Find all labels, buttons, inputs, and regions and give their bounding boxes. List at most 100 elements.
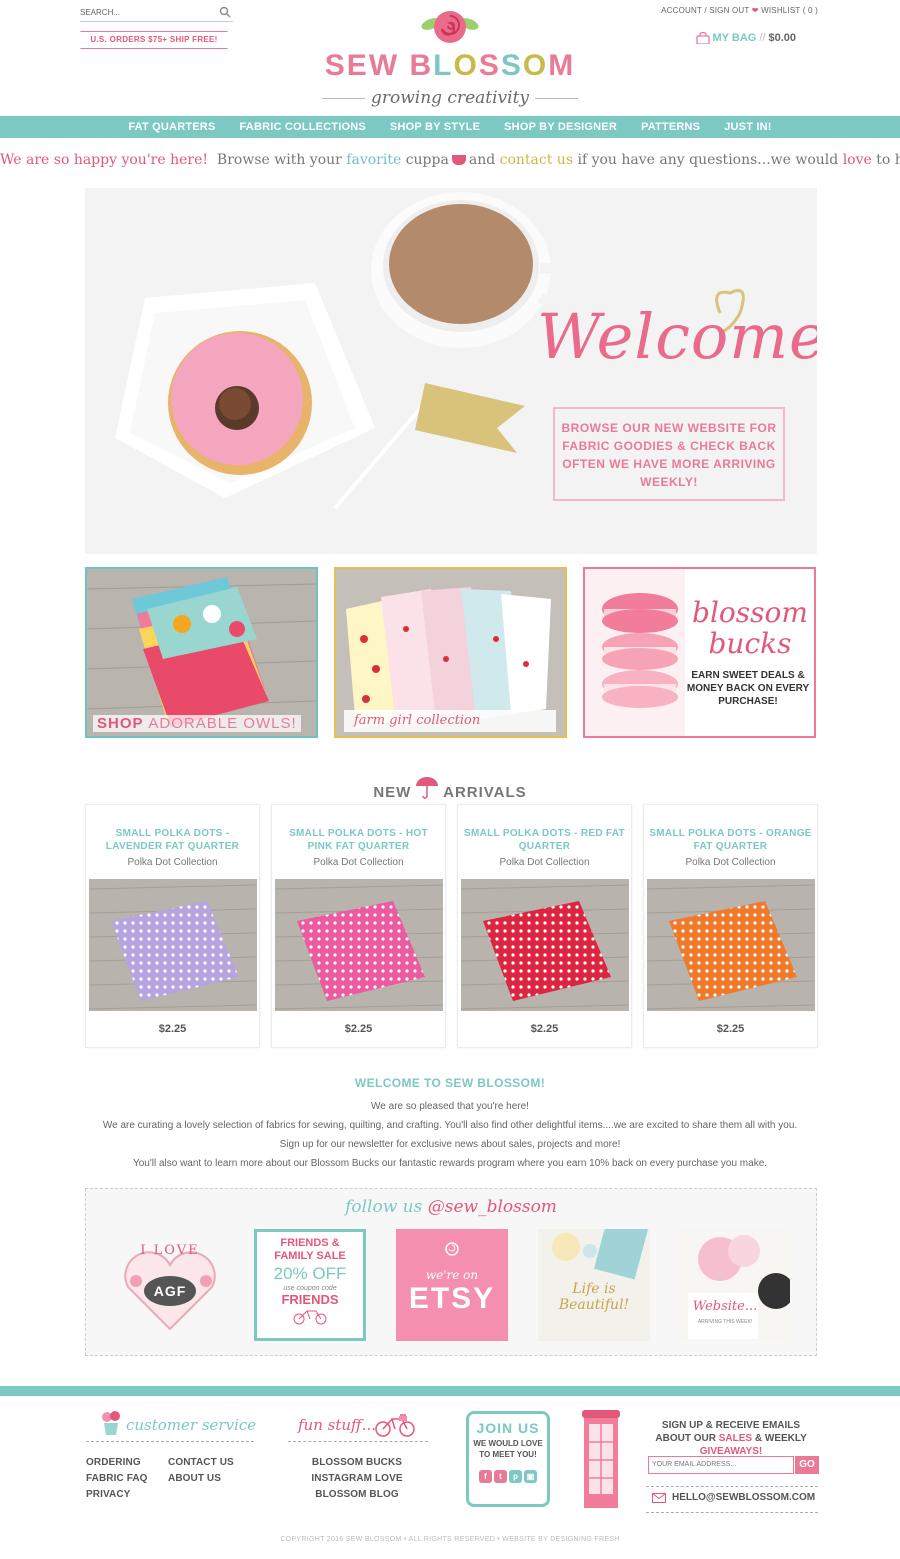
contact-us-link[interactable]: contact us — [500, 152, 573, 168]
welcome-section-title: WELCOME TO SEW BLOSSOM! — [354, 1076, 546, 1090]
newsletter-email-input[interactable]: YOUR EMAIL ADDRESS... — [648, 1456, 794, 1474]
site-logo[interactable]: SEW BLOSSOM — [300, 49, 600, 83]
owls-caption-shop: SHOP — [97, 715, 144, 732]
product-title[interactable]: SMALL POLKA DOTS - LAVENDER FAT QUARTER — [90, 827, 255, 855]
ig-sale-percent: 20% OFF — [273, 1264, 347, 1283]
join-us-text: WE WOULD LOVE TO MEET YOU! — [473, 1439, 543, 1459]
nav-fat-quarters[interactable]: FAT QUARTERS — [116, 116, 227, 138]
welcome-paragraph: Sign up for our newsletter for exclusive… — [279, 1139, 621, 1150]
divider — [86, 1441, 254, 1442]
logo-letter: S — [478, 49, 501, 82]
blossom-bucks-title: blossom bucks — [685, 597, 814, 659]
product-image[interactable] — [275, 879, 443, 1011]
search-placeholder: SEARCH... — [80, 8, 121, 17]
tagline-rule — [322, 97, 365, 99]
footer-link-instagram-love[interactable]: INSTAGRAM LOVE — [300, 1471, 414, 1487]
product-image[interactable] — [647, 879, 815, 1011]
facebook-icon[interactable]: f — [479, 1470, 492, 1483]
footer-link-blossom-blog[interactable]: BLOSSOM BLOG — [300, 1487, 414, 1503]
twitter-icon[interactable]: t — [494, 1470, 507, 1483]
bag-amount: $0.00 — [768, 32, 796, 44]
footer-link-privacy[interactable]: PRIVACY — [86, 1487, 148, 1503]
instagram-post[interactable]: we're on ETSY — [396, 1229, 508, 1341]
footer-link-about-us[interactable]: ABOUT US — [168, 1471, 234, 1487]
footer-link-ordering[interactable]: ORDERING — [86, 1455, 148, 1471]
contact-email[interactable]: HELLO@SEWBLOSSOM.COM — [652, 1492, 815, 1503]
ig-website-text: Website... — [692, 1299, 758, 1314]
nav-fabric-collections[interactable]: FABRIC COLLECTIONS — [227, 116, 377, 138]
search-icon[interactable] — [219, 6, 231, 18]
macarons-photo — [585, 569, 685, 736]
contact-email-text: HELLO@SEWBLOSSOM.COM — [672, 1492, 816, 1503]
envelope-icon — [652, 1492, 666, 1503]
instagram-handle: @sew_blossom — [427, 1197, 557, 1217]
new-arrivals-heading: NEW ARRIVALS — [300, 774, 600, 801]
instagram-post[interactable]: FRIENDS & FAMILY SALE 20% OFF use coupon… — [254, 1229, 366, 1341]
coffee-cup-icon — [451, 155, 466, 165]
new-arrivals-rest: ARRIVALS — [443, 784, 527, 801]
hero-banner[interactable]: Welcome! BROWSE OUR NEW WEBSITE FOR FABR… — [85, 188, 817, 554]
nav-just-in[interactable]: JUST IN! — [712, 116, 783, 138]
owls-caption-text: ADORABLE OWLS! — [148, 715, 297, 732]
farm-girl-tile[interactable]: farm girl collection »»»»»»»»»»» — [334, 567, 567, 738]
account-signout-link[interactable]: ACCOUNT / SIGN OUT — [661, 6, 749, 15]
welcome-paragraph: You'll also want to learn more about our… — [132, 1158, 768, 1169]
search-field[interactable]: SEARCH... — [80, 4, 233, 22]
bag-icon — [695, 32, 710, 44]
follow-us-heading[interactable]: follow us @sew_blossom — [86, 1197, 816, 1217]
logo-letter: O — [522, 49, 549, 82]
instagram-post[interactable]: I LOVE AGF — [114, 1229, 226, 1341]
footer-link-contact-us[interactable]: CONTACT US — [168, 1455, 234, 1471]
nav-patterns[interactable]: PATTERNS — [629, 116, 712, 138]
instagram-post[interactable]: Life is Beautiful! — [538, 1229, 650, 1341]
intro-part: to help! — [876, 152, 900, 168]
product-card[interactable]: SMALL POLKA DOTS - LAVENDER FAT QUARTER … — [85, 804, 260, 1048]
product-title[interactable]: SMALL POLKA DOTS - HOT PINK FAT QUARTER — [276, 827, 441, 855]
ig-life-beautiful: Life is Beautiful! — [558, 1281, 630, 1313]
owl-fabric-stack-photo — [87, 569, 316, 736]
product-price: $2.25 — [530, 1023, 559, 1035]
pinterest-icon[interactable]: p — [509, 1470, 522, 1483]
join-us-title: JOIN US — [476, 1420, 540, 1436]
main-nav: FAT QUARTERS FABRIC COLLECTIONS SHOP BY … — [0, 116, 900, 138]
intro-message: We are so happy you're here! Browse with… — [0, 152, 900, 168]
product-card[interactable]: SMALL POLKA DOTS - RED FAT QUARTER Polka… — [457, 804, 632, 1048]
product-image[interactable] — [461, 879, 629, 1011]
footer-link-blossom-bucks[interactable]: BLOSSOM BUCKS — [300, 1455, 414, 1471]
product-title[interactable]: SMALL POLKA DOTS - ORANGE FAT QUARTER — [648, 827, 813, 855]
bag-label: MY BAG — [712, 32, 757, 44]
telephone-booth-icon — [582, 1410, 620, 1508]
newsletter-go-button[interactable]: GO — [795, 1456, 819, 1474]
product-image[interactable] — [89, 879, 257, 1011]
owls-caption: SHOP ADORABLE OWLS! — [93, 715, 301, 732]
ig-etsy-title: ETSY — [408, 1282, 496, 1315]
footer-link-fabric-faq[interactable]: FABRIC FAQ — [86, 1471, 148, 1487]
product-title[interactable]: SMALL POLKA DOTS - RED FAT QUARTER — [462, 827, 627, 855]
product-card[interactable]: SMALL POLKA DOTS - ORANGE FAT QUARTER Po… — [643, 804, 818, 1048]
ig-sale-line: FRIENDS & — [280, 1237, 340, 1249]
product-collection: Polka Dot Collection — [313, 857, 404, 868]
product-price: $2.25 — [716, 1023, 745, 1035]
farm-girl-caption: farm girl collection »»»»»»»»»»» — [344, 710, 556, 736]
divider — [288, 1441, 428, 1442]
logo-letter: O — [453, 49, 479, 82]
fun-stuff-links: BLOSSOM BUCKS INSTAGRAM LOVE BLOSSOM BLO… — [300, 1455, 414, 1503]
nav-shop-by-style[interactable]: SHOP BY STYLE — [378, 116, 492, 138]
intro-part: We are so happy you're here! — [0, 152, 209, 168]
browse-website-box: BROWSE OUR NEW WEBSITE FOR FABRIC GOODIE… — [553, 407, 785, 501]
ig-website-sub: ARRIVING THIS WEEK! — [697, 1319, 753, 1325]
wishlist-link[interactable]: WISHLIST ( 0 ) — [761, 6, 818, 15]
intro-part: love — [842, 152, 872, 168]
instagram-post[interactable]: Website... ARRIVING THIS WEEK! — [678, 1229, 790, 1341]
owls-promo-tile[interactable]: SHOP ADORABLE OWLS! — [85, 567, 318, 738]
product-price: $2.25 — [158, 1023, 187, 1035]
instagram-icon[interactable]: ▣ — [524, 1470, 537, 1483]
product-card[interactable]: SMALL POLKA DOTS - HOT PINK FAT QUARTER … — [271, 804, 446, 1048]
my-bag[interactable]: MY BAG // $0.00 — [695, 32, 796, 44]
blossom-bucks-tile[interactable]: blossom bucks EARN SWEET DEALS & MONEY BA… — [583, 567, 816, 738]
tagline-row: growing creativity — [322, 84, 578, 112]
polka-dot-fabric-photo — [275, 879, 443, 1011]
nav-shop-by-designer[interactable]: SHOP BY DESIGNER — [492, 116, 629, 138]
copyright: COPYRIGHT 2016 SEW BLOSSOM • ALL RIGHTS … — [280, 1536, 620, 1543]
signup-sales: SALES — [718, 1433, 753, 1444]
